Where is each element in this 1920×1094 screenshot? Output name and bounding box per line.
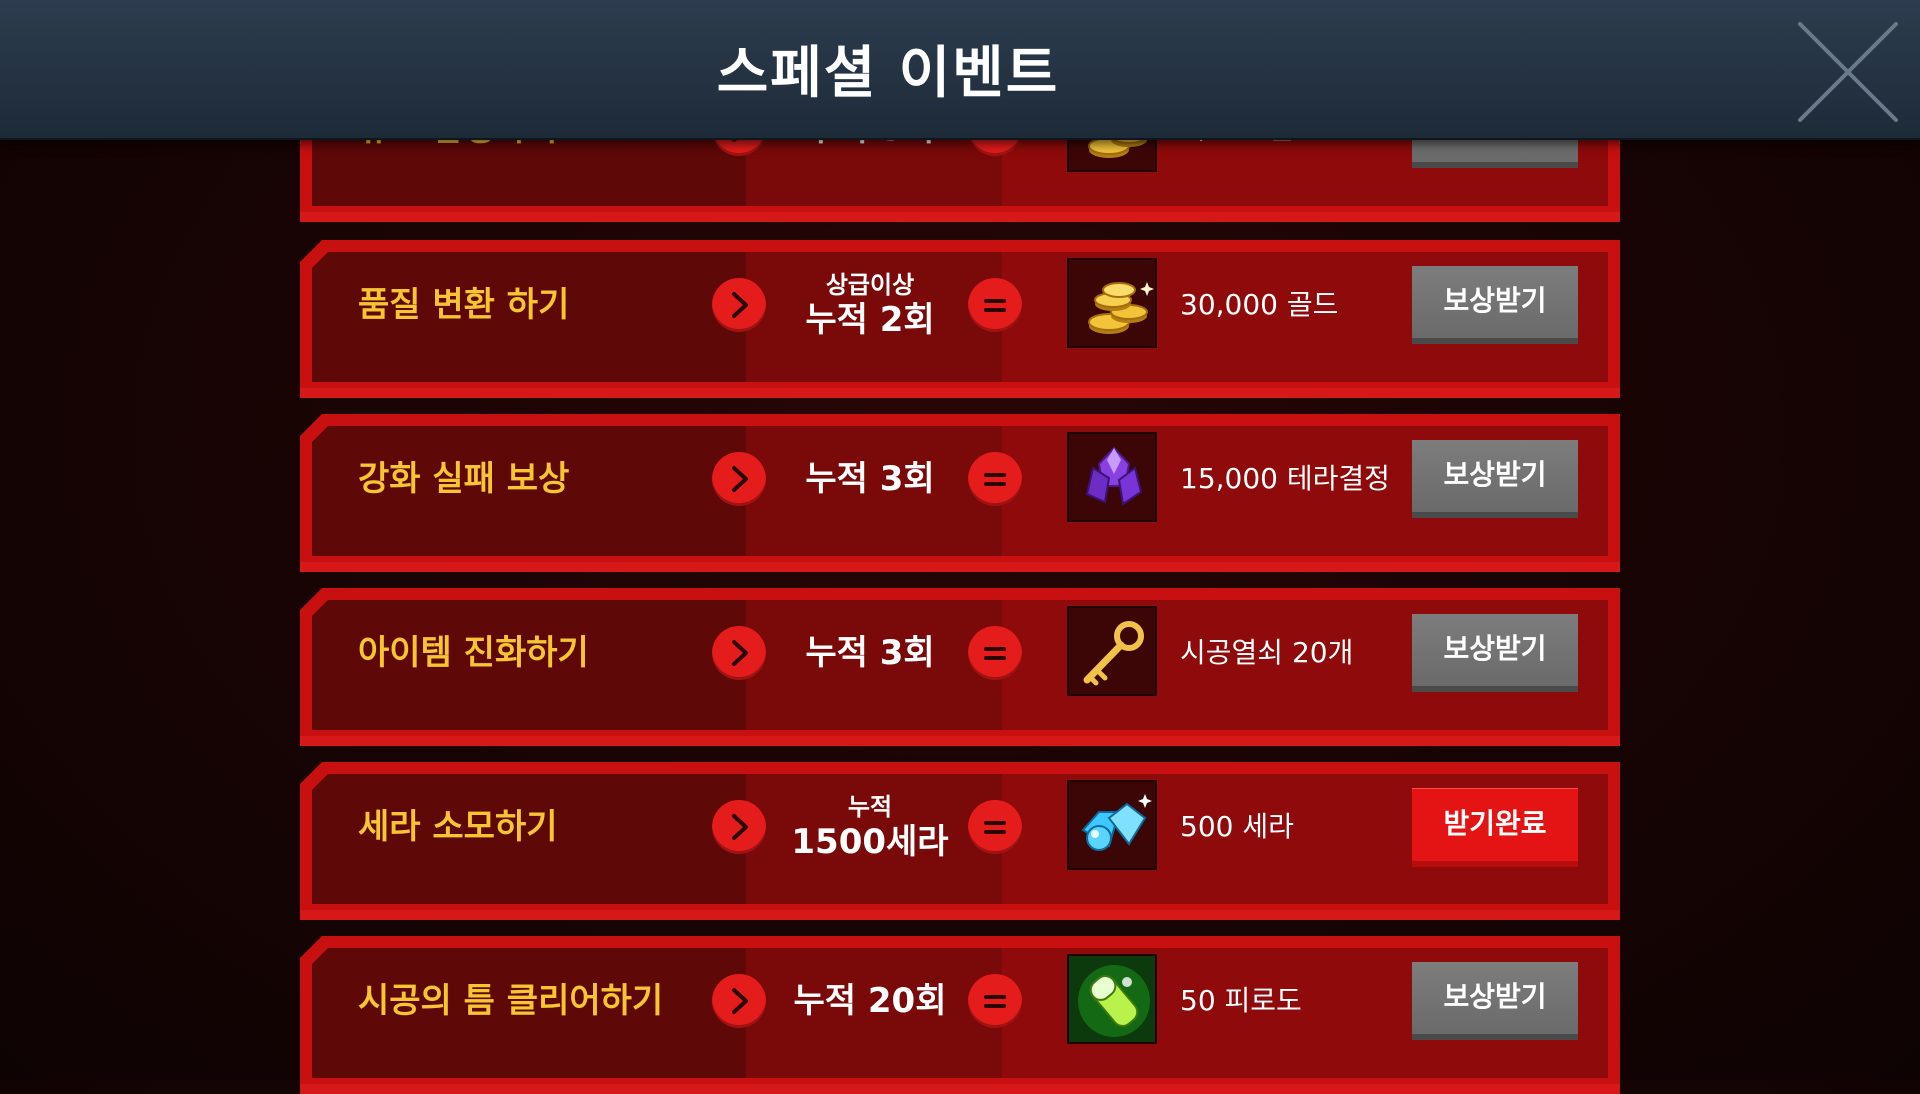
event-row: 아이템 진화하기 누적 3회 시공열쇠 20개 보상받기 <box>300 588 1620 746</box>
task-label: 아이템 진화하기 <box>358 633 589 673</box>
condition-main: 누적 2회 <box>805 300 935 340</box>
event-row: 강화 실패 보상 누적 3회 15,000 테라결정 보상받기 <box>300 414 1620 572</box>
claim-reward-button[interactable]: 보상받기 <box>1412 962 1578 1040</box>
task-label: 세라 소모하기 <box>358 807 558 847</box>
condition: 누적 1500세라 <box>765 762 975 892</box>
chevron-right-icon <box>712 974 766 1028</box>
chevron-right-icon <box>712 452 766 506</box>
chevron-right-icon <box>712 278 766 332</box>
equals-icon <box>968 452 1022 506</box>
reward-label: 30,000 골드 <box>1180 288 1339 321</box>
reward-label: 15,000 테라결정 <box>1180 462 1390 495</box>
condition-main: 누적 3회 <box>805 459 935 499</box>
chevron-right-icon <box>712 800 766 854</box>
event-row: 세라 소모하기 누적 1500세라 500 세라 받기완료 <box>300 762 1620 920</box>
reward-label: 500 세라 <box>1180 810 1294 843</box>
gold-coins-icon <box>1067 258 1157 348</box>
reward-label: 50 피로도 <box>1180 984 1302 1017</box>
page-title: 스페셜 이벤트 <box>716 41 1060 106</box>
condition: 상급이상 누적 2회 <box>765 240 975 370</box>
reward-label: 시공열쇠 20개 <box>1180 636 1354 669</box>
event-list: 유료 합성하기 누적 5회 6,000 골드 보상받기 품질 변환 하기 <box>0 0 1920 1094</box>
equals-icon <box>968 626 1022 680</box>
purple-crystal-icon <box>1067 432 1157 522</box>
condition: 누적 3회 <box>765 414 975 544</box>
equals-icon <box>968 974 1022 1028</box>
green-potion-icon <box>1067 954 1157 1044</box>
equals-icon <box>968 800 1022 854</box>
condition: 누적 20회 <box>765 936 975 1066</box>
close-icon[interactable] <box>1796 20 1900 124</box>
chevron-right-icon <box>712 626 766 680</box>
condition-main: 누적 20회 <box>793 981 947 1021</box>
task-label: 강화 실패 보상 <box>358 459 570 499</box>
condition-main: 누적 3회 <box>805 633 935 673</box>
claim-reward-button[interactable]: 보상받기 <box>1412 266 1578 344</box>
condition-main: 1500세라 <box>791 822 949 862</box>
claimed-button[interactable]: 받기완료 <box>1412 788 1578 867</box>
condition-sub: 누적 <box>847 793 893 821</box>
blue-gem-icon <box>1067 780 1157 870</box>
task-label: 품질 변환 하기 <box>358 285 570 325</box>
header-bar: 스페셜 이벤트 <box>0 0 1920 140</box>
condition: 누적 3회 <box>765 588 975 718</box>
golden-key-icon <box>1067 606 1157 696</box>
claim-reward-button[interactable]: 보상받기 <box>1412 440 1578 518</box>
claim-reward-button[interactable]: 보상받기 <box>1412 614 1578 692</box>
task-label: 시공의 틈 클리어하기 <box>358 981 664 1021</box>
equals-icon <box>968 278 1022 332</box>
condition-sub: 상급이상 <box>825 271 915 299</box>
event-row: 품질 변환 하기 상급이상 누적 2회 30,000 골드 보상받기 <box>300 240 1620 398</box>
event-row: 시공의 틈 클리어하기 누적 20회 50 피로도 보상받기 <box>300 936 1620 1094</box>
